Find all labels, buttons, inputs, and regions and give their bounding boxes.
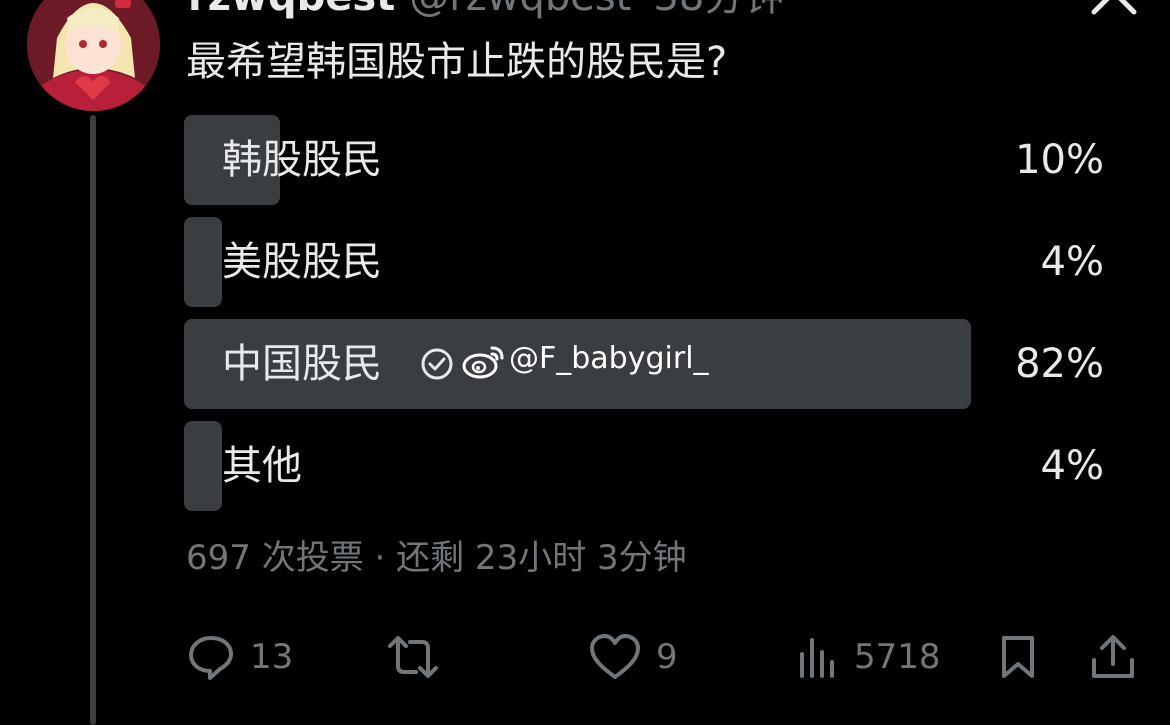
views-icon <box>800 638 834 678</box>
thread-line <box>90 115 96 725</box>
poll-bar <box>184 217 223 307</box>
poll-option[interactable]: 中国股民 @F_babygirl_ 82% <box>184 319 1104 409</box>
poll-summary: 697 次投票 · 还剩 23小时 3分钟 <box>186 538 687 578</box>
share-icon <box>1092 635 1134 678</box>
poll-option-percent: 10% <box>1015 137 1104 183</box>
retweet-icon <box>388 636 438 678</box>
avatar[interactable] <box>27 0 160 111</box>
reply-icon <box>189 636 233 680</box>
close-icon[interactable] <box>1084 0 1144 20</box>
views-count: 5718 <box>854 637 941 677</box>
bookmark-button[interactable] <box>996 624 1040 690</box>
reply-button[interactable]: 13 <box>186 624 293 690</box>
poll-option-label: 韩股股民 <box>222 137 382 183</box>
retweet-button[interactable] <box>384 624 442 690</box>
share-button[interactable] <box>1088 624 1138 690</box>
timestamp[interactable]: 38分钟 <box>653 0 784 20</box>
poll-option-label: 其他 <box>222 443 302 489</box>
poll-option-percent: 4% <box>1040 239 1104 285</box>
like-count: 9 <box>656 637 678 677</box>
views-button[interactable]: 5718 <box>796 624 941 690</box>
poll-option-label: 中国股民 <box>222 341 382 387</box>
check-circle-icon <box>421 348 453 380</box>
poll-option-percent: 82% <box>1015 341 1104 387</box>
handle[interactable]: @rzwqbest <box>409 0 631 20</box>
poll-option[interactable]: 其他 4% <box>184 421 1104 511</box>
weibo-icon <box>462 346 504 379</box>
like-button[interactable]: 9 <box>588 624 678 690</box>
reply-count: 13 <box>250 637 294 677</box>
poll-bar <box>184 421 223 511</box>
poll-question: 最希望韩国股市止跌的股民是? <box>186 39 728 85</box>
poll-option-percent: 4% <box>1040 443 1104 489</box>
watermark-text: @F_babygirl_ <box>509 341 709 376</box>
poll-option[interactable]: 美股股民 4% <box>184 217 1104 307</box>
poll-option[interactable]: 韩股股民 10% <box>184 115 1104 205</box>
poll-option-label: 美股股民 <box>222 239 382 285</box>
like-icon <box>590 634 640 679</box>
bookmark-icon <box>1002 636 1034 678</box>
username[interactable]: rzwqbest <box>188 0 395 20</box>
tweet-header: rzwqbest @rzwqbest 38分钟 <box>188 0 784 20</box>
